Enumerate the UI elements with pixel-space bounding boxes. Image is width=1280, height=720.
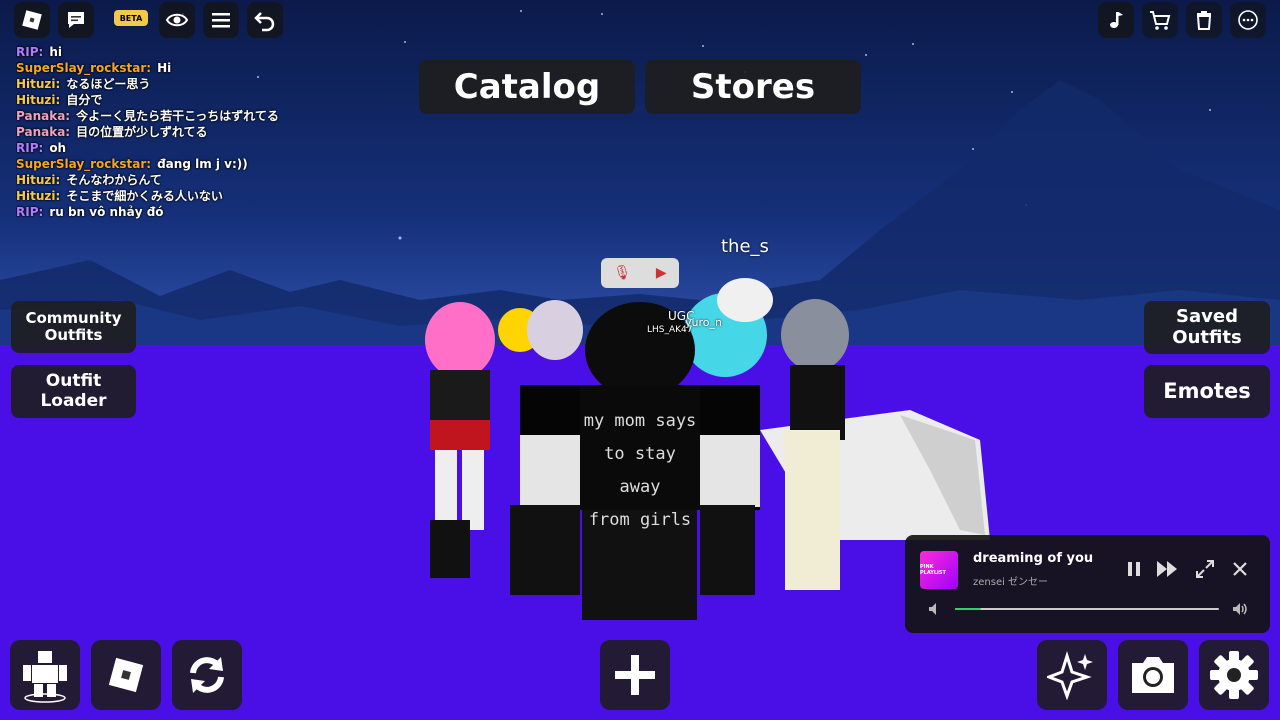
progress-bar[interactable] [955,608,1219,610]
beta-badge[interactable]: BETA [114,10,148,26]
chat-text: hi [49,45,62,59]
chat-message: SuperSlay_rockstar: đang lm j v:)) [16,156,436,172]
outfit-loader-label-2: Loader [40,390,107,411]
volume-low-icon[interactable] [922,597,948,621]
roblox-logo-icon[interactable] [14,2,50,38]
skip-forward-icon[interactable] [1155,557,1181,581]
close-icon[interactable] [1227,557,1253,581]
roblox-icon [108,657,144,693]
chat-text: そこまで細かくみる人いない [66,189,223,203]
chat-message: RIP: oh [16,140,436,156]
chat-message: Hituzi: そんなわからんて [16,172,436,188]
track-title: dreaming of you [973,551,1094,566]
add-button[interactable] [600,640,670,710]
chat-message: RIP: hi [16,44,436,60]
chat-sender[interactable]: SuperSlay_rockstar: [16,61,151,75]
saved-outfits-button[interactable]: Saved Outfits [1144,301,1270,354]
settings-button[interactable] [1199,640,1269,710]
community-outfits-label-2: Outfits [44,326,103,344]
chat-message: RIP: ru bn vô nhảy đó [16,204,436,220]
shirt-line: from girls [588,510,692,530]
community-outfits-label-1: Community [25,308,122,327]
chat-text: そんなわからんて [66,173,162,187]
chat-sender[interactable]: RIP: [16,45,43,59]
shirt-text: my mom says to stay away from girls [580,405,700,537]
chat-sender[interactable]: Hituzi: [16,173,60,187]
camera-icon [1132,657,1174,693]
chat-sender[interactable]: Hituzi: [16,93,60,107]
chat-text: 目の位置が少しずれてる [76,125,208,139]
chat-text: đang lm j v:)) [157,157,248,171]
mic-muted-icon[interactable]: 🎙 [613,265,631,281]
effects-button[interactable] [1037,640,1107,710]
roblox-button[interactable] [91,640,161,710]
video-off-icon[interactable]: ▶ [656,265,667,281]
emotes-button[interactable]: Emotes [1144,365,1270,418]
chat-log: RIP: hi SuperSlay_rockstar: Hi Hituzi: なるほどー思… [16,44,436,220]
track-artist: zensei ゼンセー [973,577,1049,588]
outfit-loader-button[interactable]: Outfit Loader [11,365,136,418]
chat-sender[interactable]: Panaka: [16,125,70,139]
avatar-icon [23,651,67,703]
chat-message: Hituzi: 自分で [16,92,436,108]
chat-message: Hituzi: なるほどー思う [16,76,436,92]
chat-sender[interactable]: Hituzi: [16,77,60,91]
camera-button[interactable] [1118,640,1188,710]
chat-icon[interactable] [58,2,94,38]
more-icon[interactable] [1230,2,1266,38]
chat-text: ru bn vô nhảy đó [49,205,164,219]
eye-icon[interactable] [159,2,195,38]
undo-icon[interactable] [247,2,283,38]
catalog-button[interactable]: Catalog [419,60,635,114]
album-cover: PINK PLAYLIST [920,551,958,589]
music-note-icon[interactable] [1098,2,1134,38]
chat-text: なるほどー思う [66,77,151,91]
saved-outfits-label-2: Outfits [1172,326,1242,348]
cart-icon[interactable] [1142,2,1178,38]
chat-sender[interactable]: Hituzi: [16,189,60,203]
chat-text: 自分で [66,93,103,107]
chat-message: Panaka: 目の位置が少しずれてる [16,124,436,140]
plus-icon [615,655,655,695]
avatar-button[interactable] [10,640,80,710]
expand-icon[interactable] [1192,557,1218,581]
menu-icon[interactable] [203,2,239,38]
community-outfits-button[interactable]: Community Outfits [11,301,136,353]
settings-icon [1210,651,1258,699]
music-player: PINK PLAYLIST dreaming of you zensei ゼンセ… [905,535,1270,633]
nametag-main: the_s [721,236,769,257]
chat-sender[interactable]: RIP: [16,205,43,219]
refresh-button[interactable] [172,640,242,710]
chat-sender[interactable]: RIP: [16,141,43,155]
chat-sender[interactable]: Panaka: [16,109,70,123]
saved-outfits-label-1: Saved [1176,305,1238,327]
chat-text: Hi [157,61,172,75]
chat-sender[interactable]: SuperSlay_rockstar: [16,157,151,171]
sparkle-icon [1047,650,1093,700]
chat-message: Panaka: 今よーく見たら若干こっちはずれてる [16,108,436,124]
shirt-line: my mom says [583,411,697,431]
volume-high-icon[interactable] [1227,597,1253,621]
outfit-loader-label-1: Outfit [45,370,102,391]
stores-button[interactable]: Stores [645,60,861,114]
voice-bubble[interactable]: 🎙 ▶ [601,258,679,288]
chat-message: SuperSlay_rockstar: Hi [16,60,436,76]
pause-icon[interactable] [1121,557,1147,581]
progress-fill [955,608,982,610]
shirt-line: to stay away [604,444,676,497]
refresh-icon [190,657,224,693]
nametag-lhs: LHS_AK47 [647,325,693,335]
chat-text: oh [49,141,67,155]
chat-text: 今よーく見たら若干こっちはずれてる [76,109,279,123]
trash-icon[interactable] [1186,2,1222,38]
chat-message: Hituzi: そこまで細かくみる人いない [16,188,436,204]
